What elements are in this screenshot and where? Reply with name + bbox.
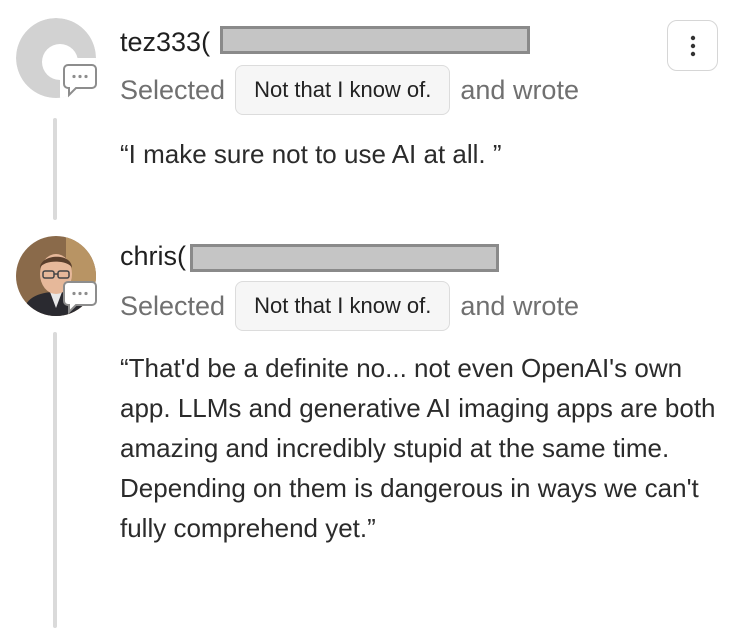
username[interactable]: chris( [120, 240, 186, 272]
comment-text: “That'd be a definite no... not even Ope… [120, 353, 716, 543]
thread-line [53, 332, 57, 628]
comment-item: tez333( Selected Not that I know of. and… [0, 0, 742, 222]
username[interactable]: tez333( [120, 26, 210, 58]
wrote-label: and wrote [460, 74, 579, 105]
more-options-button[interactable] [667, 20, 718, 71]
selected-choice-chip: Not that I know of. [235, 281, 451, 331]
selected-label: Selected [120, 290, 226, 321]
comment-bubble-icon [62, 62, 98, 98]
comment-bubble-icon [62, 279, 98, 315]
comment-item: chris( Selected Not that I know of. and … [0, 222, 742, 628]
vertical-dots-icon [690, 35, 695, 56]
redaction-bar [190, 244, 499, 272]
response-meta: Selected Not that I know of. and wrote [120, 64, 579, 116]
thread-line [53, 118, 57, 220]
redaction-bar [220, 26, 530, 54]
comment-text: “I make sure not to use AI at all. ” [120, 139, 502, 169]
wrote-label: and wrote [460, 290, 579, 321]
selected-choice-chip: Not that I know of. [235, 65, 451, 115]
response-meta: Selected Not that I know of. and wrote [120, 280, 579, 332]
selected-label: Selected [120, 74, 226, 105]
